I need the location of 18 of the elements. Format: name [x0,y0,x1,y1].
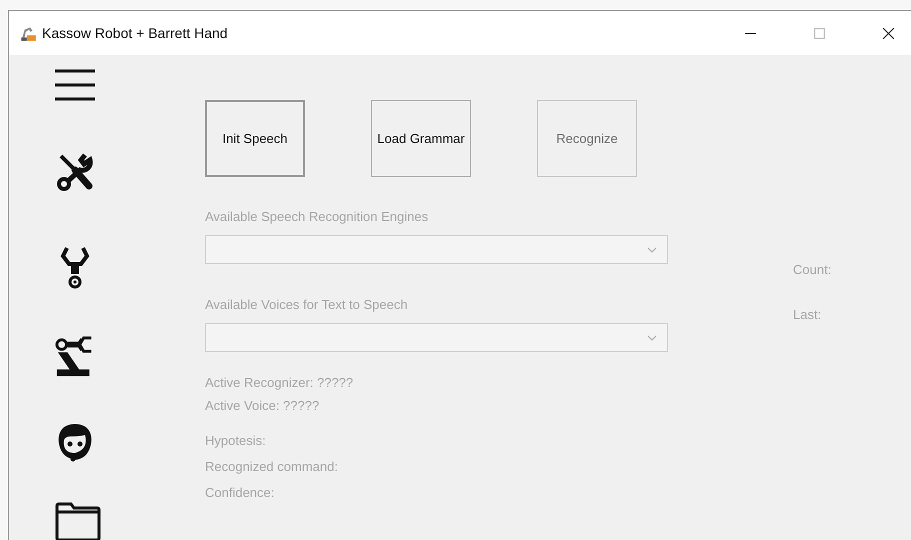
action-button[interactable]: Load Grammar [371,100,471,177]
chevron-down-icon [647,334,657,340]
dropdown-label: Available Speech Recognition Engines [205,209,430,224]
window-title: Kassow Robot + Barrett Hand [42,25,228,41]
counter-label: Count: [793,262,832,277]
menu-icon[interactable] [55,68,95,102]
counter-label: Last: [793,307,822,322]
close-icon[interactable] [882,26,895,40]
dropdown-label: Available Voices for Text to Speech [205,297,409,312]
status-text: Active Recognizer: ????? [205,375,354,390]
result-label: Confidence: [205,485,276,500]
tools-icon[interactable] [55,152,95,192]
result-label: Recognized command: [205,459,339,474]
status-text: Active Voice: ????? [205,398,320,413]
folder-icon[interactable] [55,502,101,540]
result-label: Hypotesis: [205,433,267,448]
action-button[interactable]: Init Speech [205,100,305,177]
chevron-down-icon [647,246,657,252]
